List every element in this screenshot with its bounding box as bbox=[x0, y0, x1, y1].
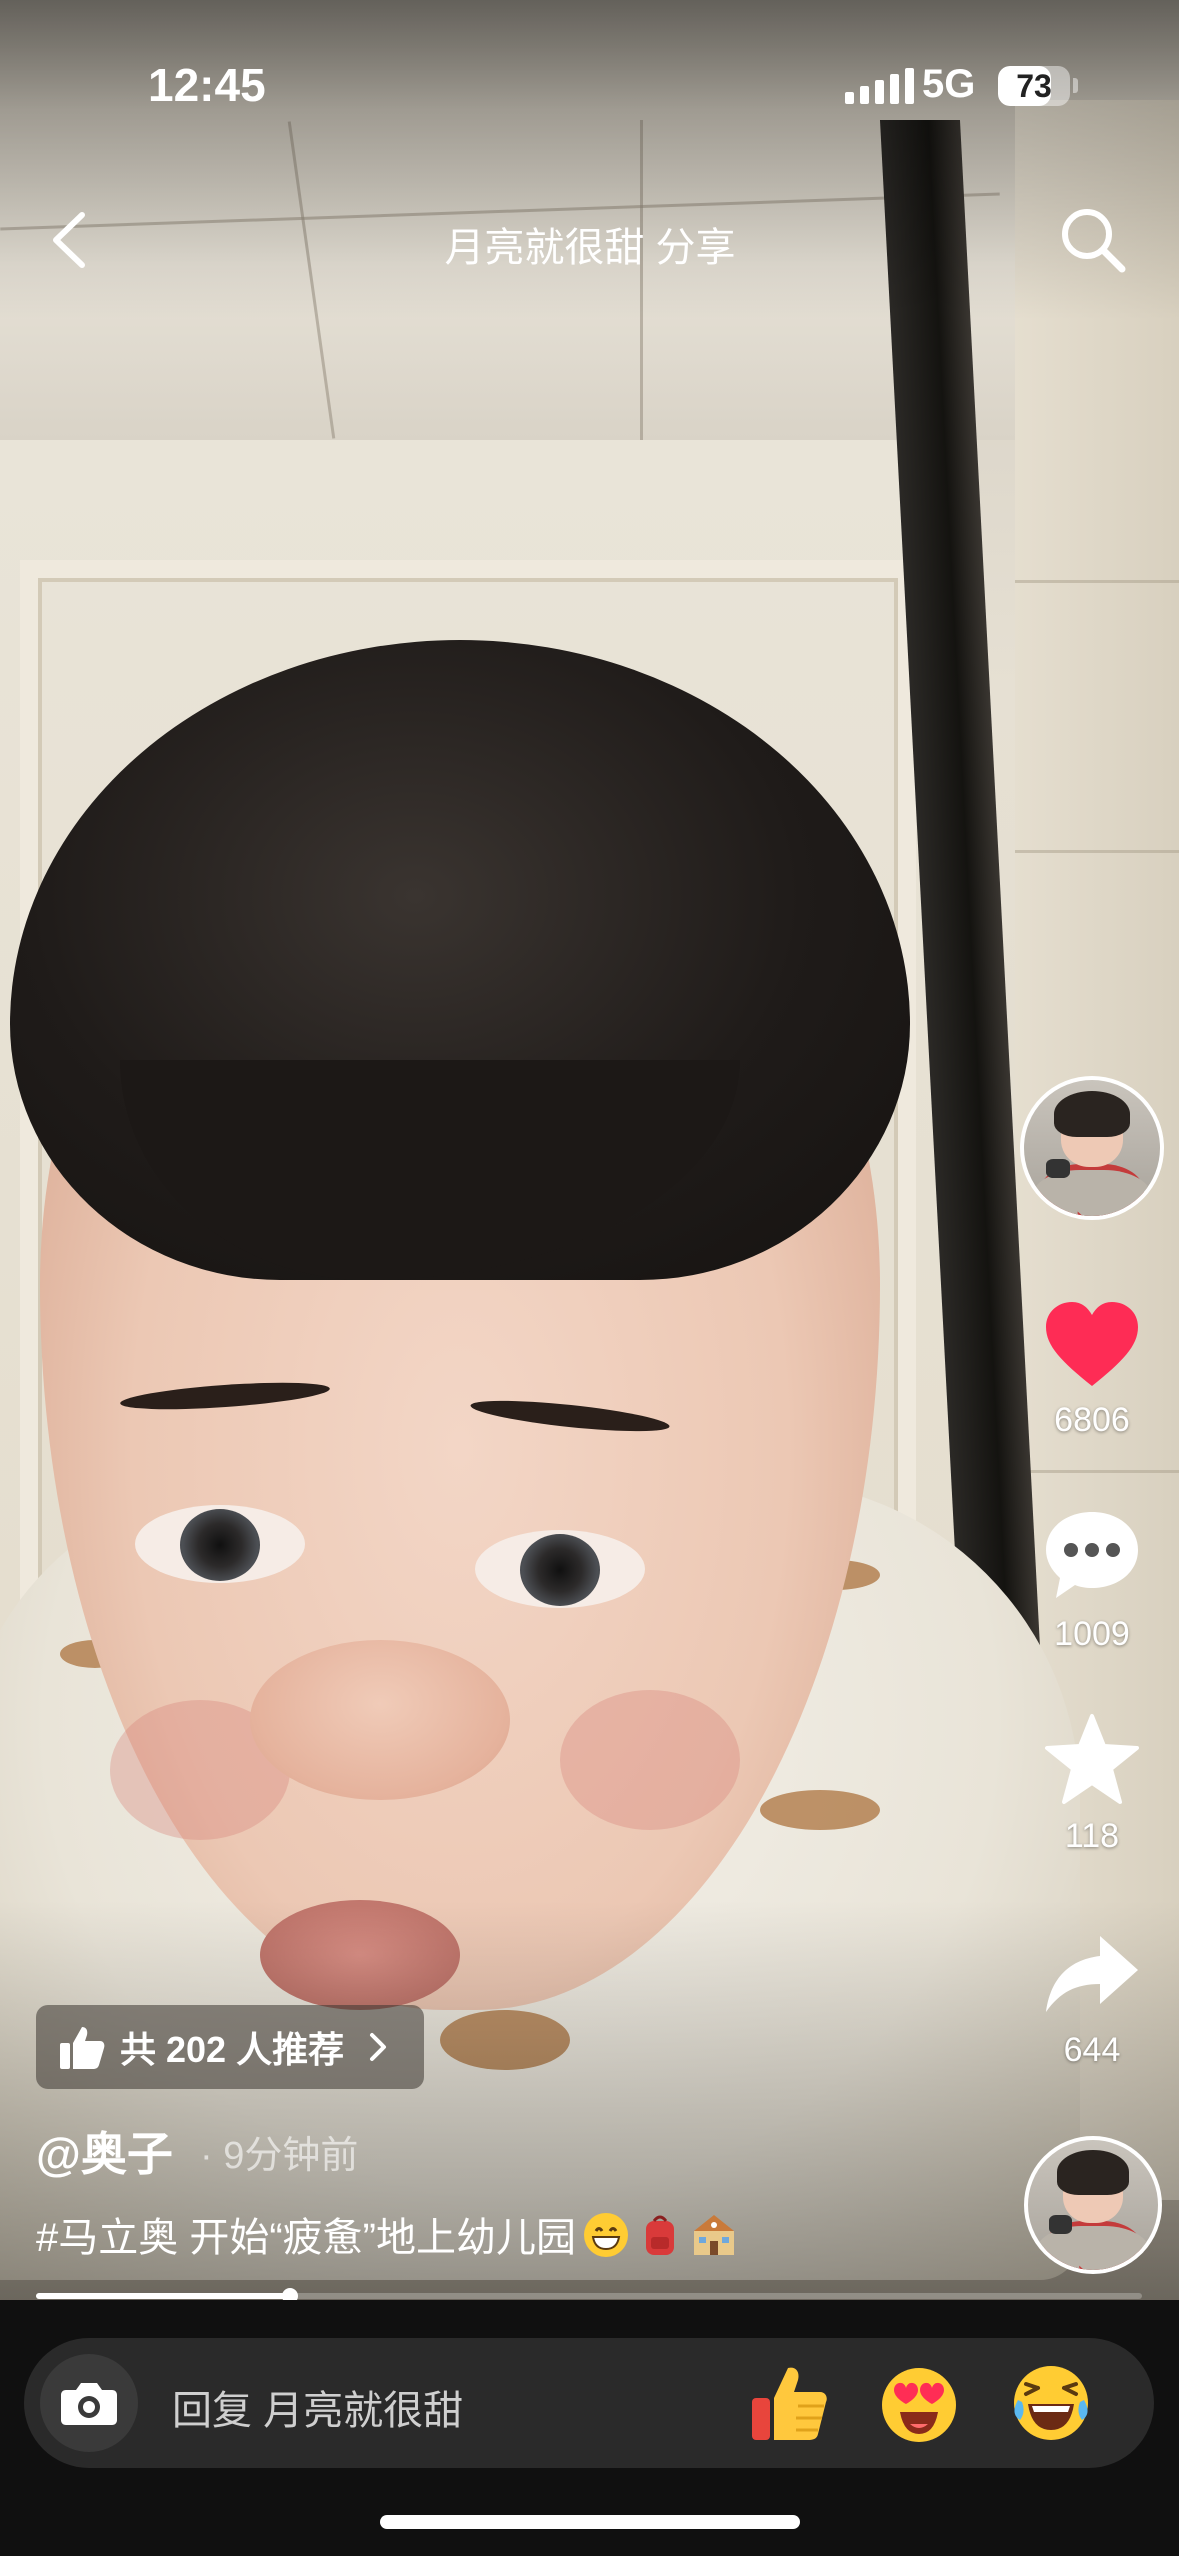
share-count: 644 bbox=[1063, 2031, 1121, 2069]
caption-text: #马立奥 开始“疲惫”地上幼儿园 bbox=[36, 2216, 576, 2260]
like-button[interactable]: 6806 bbox=[1034, 1300, 1150, 1440]
like-count: 6806 bbox=[1054, 1401, 1130, 1439]
eye bbox=[475, 1530, 645, 1608]
camera-icon bbox=[61, 2383, 117, 2425]
school-backpack-icon bbox=[646, 2215, 674, 2255]
progress-fill bbox=[36, 2293, 291, 2299]
cellular-signal-icon bbox=[845, 68, 914, 104]
nose bbox=[250, 1640, 510, 1800]
laughing-reaction-button[interactable] bbox=[1008, 2360, 1094, 2446]
heart-icon bbox=[1046, 1302, 1138, 1386]
favorite-count: 118 bbox=[1064, 1817, 1120, 1855]
video-progress-bar[interactable] bbox=[36, 2288, 1142, 2304]
search-icon bbox=[1062, 209, 1126, 273]
share-arrow-icon bbox=[1046, 1936, 1138, 2012]
back-button[interactable] bbox=[40, 205, 100, 275]
shirt-print bbox=[760, 1790, 880, 1830]
chevron-right-icon bbox=[370, 2033, 387, 2061]
tile-line bbox=[1015, 850, 1179, 853]
favorite-button[interactable]: 118 bbox=[1034, 1712, 1150, 1856]
comment-icon bbox=[1046, 1512, 1138, 1598]
comment-button[interactable]: 1009 bbox=[1034, 1508, 1150, 1654]
cheek bbox=[560, 1690, 740, 1830]
video-caption[interactable]: #马立奥 开始“疲惫”地上幼儿园 bbox=[36, 2205, 738, 2263]
star-icon bbox=[1045, 1714, 1139, 1804]
school-building-icon bbox=[694, 2215, 734, 2255]
battery-icon: 73 bbox=[998, 66, 1070, 106]
network-type: 5G bbox=[922, 62, 976, 106]
eye bbox=[135, 1505, 305, 1583]
comment-count: 1009 bbox=[1054, 1615, 1130, 1653]
thumbs-up-icon bbox=[60, 2027, 105, 2069]
grinning-emoji-icon bbox=[584, 2213, 628, 2257]
thumbs-up-emoji-icon bbox=[752, 2367, 827, 2440]
recommend-text: 共 202 人推荐 bbox=[120, 2029, 345, 2070]
battery-level: 73 bbox=[1016, 68, 1052, 104]
recommend-chip[interactable]: 共 202 人推荐 bbox=[36, 2005, 424, 2089]
tile-line bbox=[1015, 580, 1179, 583]
creator-avatar[interactable] bbox=[1020, 1076, 1164, 1220]
reply-placeholder: 回复 月亮就很甜 bbox=[172, 2389, 464, 2433]
tile-line bbox=[1015, 1470, 1179, 1473]
thumbs-up-reaction-button[interactable] bbox=[746, 2360, 832, 2446]
heart-eyes-emoji-icon bbox=[882, 2368, 956, 2442]
video-player[interactable] bbox=[0, 0, 1179, 2300]
battery-tip bbox=[1073, 78, 1078, 93]
post-time: · 9分钟前 bbox=[200, 2135, 359, 2177]
heart-eyes-reaction-button[interactable] bbox=[876, 2360, 962, 2446]
music-disc-avatar[interactable] bbox=[1024, 2136, 1162, 2274]
home-indicator bbox=[380, 2515, 800, 2529]
camera-button[interactable] bbox=[40, 2354, 138, 2452]
status-time: 12:45 bbox=[148, 59, 266, 111]
rolling-laughing-emoji-icon bbox=[1014, 2366, 1088, 2440]
share-button[interactable]: 644 bbox=[1034, 1930, 1150, 2070]
page-title[interactable]: 月亮就很甜 分享 bbox=[340, 215, 840, 273]
author-name[interactable]: @奥子 bbox=[36, 2118, 173, 2184]
chevron-left-icon bbox=[53, 212, 85, 268]
search-button[interactable] bbox=[1058, 205, 1128, 275]
